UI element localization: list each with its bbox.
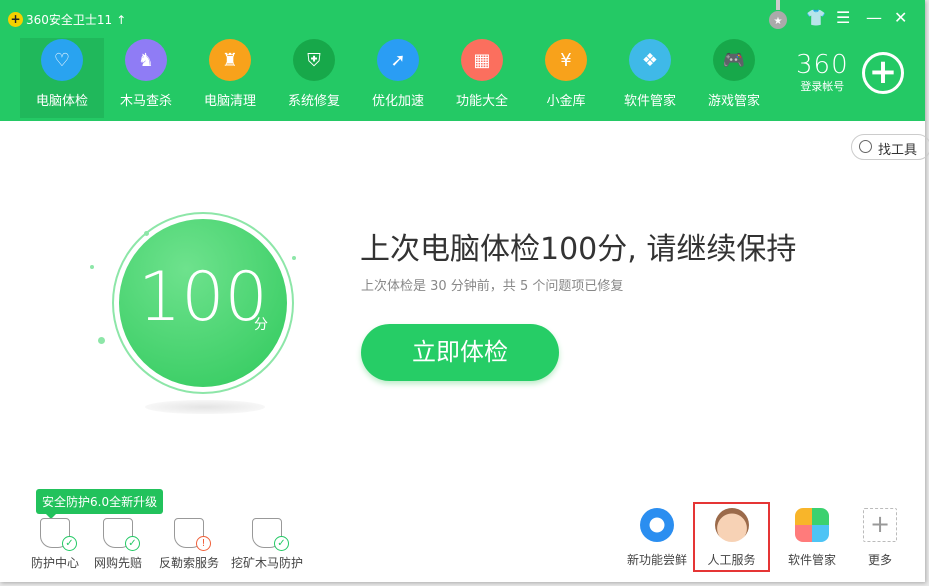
logo-icon: + — [8, 12, 23, 27]
bottom-right-item-3[interactable]: + 更多 — [852, 508, 908, 568]
bottom-right-item-2[interactable]: 软件管家 — [777, 508, 847, 568]
tab-8[interactable]: 🎮 游戏管家 — [692, 38, 776, 118]
tab-2[interactable]: ♜ 电脑清理 — [188, 38, 272, 118]
plus-icon[interactable]: + — [862, 52, 904, 94]
tab-icon: ➚ — [377, 39, 419, 81]
tab-5[interactable]: ▦ 功能大全 — [440, 38, 524, 118]
decor-dot — [292, 256, 296, 260]
skin-icon[interactable]: 👕 — [806, 8, 826, 27]
tab-1[interactable]: ♞ 木马查杀 — [104, 38, 188, 118]
status-subtitle: 上次体检是 30 分钟前，共 5 个问题项已修复 — [361, 275, 623, 294]
app-title-text: 360安全卫士11 — [26, 11, 112, 28]
tab-icon: ♜ — [209, 39, 251, 81]
bottom-item-2[interactable]: ! 反勒索服务 — [156, 518, 222, 571]
software-manager-icon — [795, 508, 829, 542]
decor-dot — [98, 337, 105, 344]
bottom-item-label: 反勒索服务 — [156, 554, 222, 571]
tab-7[interactable]: ❖ 软件管家 — [608, 38, 692, 118]
svg-text:★: ★ — [774, 16, 783, 27]
bottom-item-label: 挖矿木马防护 — [228, 554, 306, 571]
bottom-item-1[interactable]: ✓ 网购先赔 — [88, 518, 148, 571]
main-window: +360安全卫士11 ↑ ★ 👕 ☰ — ✕ ♡ 电脑体检 ♞ 木马查杀 ♜ 电脑清理 ⛨ 系统… — [0, 0, 925, 582]
upgrade-tooltip[interactable]: 安全防护6.0全新升级 — [36, 489, 163, 514]
bottom-item-0[interactable]: ✓ 防护中心 — [25, 518, 85, 571]
shield-icon: ✓ — [103, 518, 133, 548]
start-checkup-button[interactable]: 立即体检 — [361, 324, 559, 381]
more-plus-icon: + — [863, 508, 897, 542]
tab-label: 木马查杀 — [104, 90, 188, 109]
tab-label: 功能大全 — [440, 90, 524, 109]
tab-label: 优化加速 — [356, 90, 440, 109]
tab-4[interactable]: ➚ 优化加速 — [356, 38, 440, 118]
tab-label: 游戏管家 — [692, 90, 776, 109]
bottom-right-item-0[interactable]: 新功能尝鲜 — [622, 508, 692, 568]
tab-label: 系统修复 — [272, 90, 356, 109]
bottom-right-label: 更多 — [852, 551, 908, 568]
login-account-button[interactable]: 360登录帐号 — [796, 52, 849, 94]
login-label: 登录帐号 — [796, 78, 849, 94]
tab-6[interactable]: ¥ 小金库 — [524, 38, 608, 118]
bottom-right-label: 软件管家 — [777, 551, 847, 568]
shield-icon: ✓ — [252, 518, 282, 548]
search-icon — [859, 140, 872, 153]
menu-icon[interactable]: ☰ — [836, 8, 850, 27]
medal-icon[interactable]: ★ — [768, 0, 788, 30]
find-tools-button[interactable]: 找工具 — [851, 134, 929, 160]
bottom-item-label: 网购先赔 — [88, 554, 148, 571]
tab-label: 小金库 — [524, 90, 608, 109]
status-title: 上次电脑体检100分, 请继续保持 — [360, 224, 796, 268]
close-icon[interactable]: ✕ — [894, 8, 907, 27]
header: +360安全卫士11 ↑ ★ 👕 ☰ — ✕ ♡ 电脑体检 ♞ 木马查杀 ♜ 电脑清理 ⛨ 系统… — [0, 0, 925, 121]
gauge-shadow — [145, 400, 265, 414]
arrow-up-icon[interactable]: ↑ — [116, 13, 126, 27]
brand-logo: 360 — [796, 52, 849, 78]
bottom-right-label: 新功能尝鲜 — [622, 551, 692, 568]
tab-icon: 🎮 — [713, 39, 755, 81]
score-gauge: 100分 — [112, 212, 294, 394]
shield-icon: ! — [174, 518, 204, 548]
megaphone-icon — [640, 508, 674, 542]
tab-3[interactable]: ⛨ 系统修复 — [272, 38, 356, 118]
tab-icon: ⛨ — [293, 39, 335, 81]
tab-icon: ¥ — [545, 39, 587, 81]
decor-dot — [90, 265, 94, 269]
score-value: 100 — [138, 258, 268, 337]
tab-icon: ♞ — [125, 39, 167, 81]
app-title: +360安全卫士11 ↑ — [8, 11, 126, 28]
score-unit: 分 — [254, 314, 268, 334]
bottom-item-label: 防护中心 — [25, 554, 85, 571]
find-tools-label: 找工具 — [878, 143, 917, 158]
selection-highlight — [693, 502, 770, 572]
shield-icon: ✓ — [40, 518, 70, 548]
tab-label: 电脑清理 — [188, 90, 272, 109]
tab-icon: ▦ — [461, 39, 503, 81]
tab-icon: ❖ — [629, 39, 671, 81]
tab-label: 软件管家 — [608, 90, 692, 109]
minimize-icon[interactable]: — — [866, 8, 882, 27]
bottom-item-3[interactable]: ✓ 挖矿木马防护 — [228, 518, 306, 571]
tab-0[interactable]: ♡ 电脑体检 — [20, 38, 104, 118]
tab-label: 电脑体检 — [20, 90, 104, 109]
tab-icon: ♡ — [41, 39, 83, 81]
